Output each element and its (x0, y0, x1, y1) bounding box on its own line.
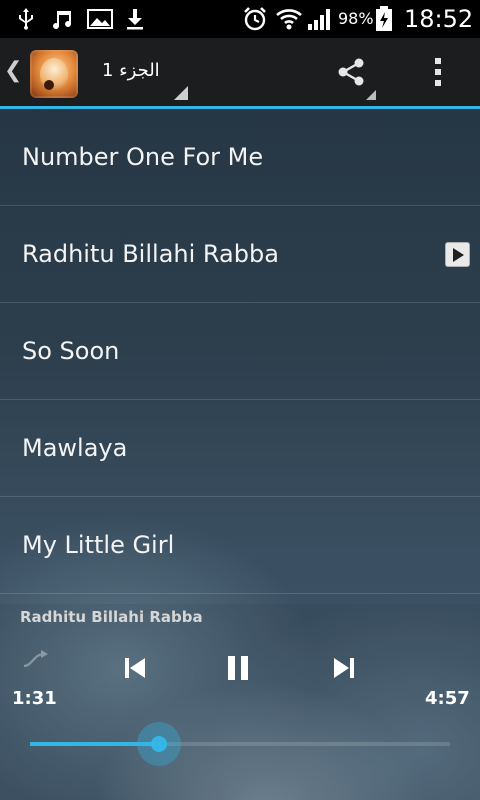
skip-next-icon (334, 658, 354, 678)
section-spinner[interactable]: الجزء 1 (96, 38, 190, 106)
more-vert-icon (435, 58, 441, 86)
seek-bar-thumb[interactable] (136, 722, 181, 766)
track-title: Radhitu Billahi Rabba (22, 240, 279, 268)
track-list: Number One For Me Radhitu Billahi Rabba … (0, 109, 480, 594)
seek-bar[interactable] (30, 722, 450, 766)
track-title: Number One For Me (22, 143, 264, 171)
track-row[interactable]: Number One For Me (0, 109, 480, 206)
battery-charging-icon (374, 6, 394, 32)
pause-button[interactable] (218, 648, 258, 688)
chevron-left-icon[interactable]: ❮ (4, 60, 22, 82)
total-time: 4:57 (425, 688, 470, 709)
image-icon (86, 6, 114, 32)
track-row[interactable]: Mawlaya (0, 400, 480, 497)
track-row[interactable]: My Little Girl (0, 497, 480, 594)
now-playing-indicator-icon (445, 242, 470, 267)
dropdown-corner-icon (174, 86, 188, 100)
app-logo[interactable] (30, 50, 78, 98)
clock: 18:52 (404, 5, 474, 33)
share-button[interactable] (322, 38, 380, 106)
music-note-icon (48, 6, 76, 32)
spinner-label: الجزء 1 (102, 60, 160, 81)
track-row[interactable]: So Soon (0, 303, 480, 400)
shuffle-icon[interactable] (22, 648, 52, 672)
alarm-icon (240, 6, 270, 32)
previous-button[interactable] (115, 648, 155, 688)
now-playing-title: Radhitu Billahi Rabba (20, 608, 203, 626)
signal-icon (306, 6, 334, 32)
action-bar: ❮ الجزء 1 (0, 38, 480, 106)
track-title: Mawlaya (22, 434, 128, 462)
player-panel: Radhitu Billahi Rabba 1:31 4:57 (0, 604, 480, 800)
download-icon (122, 6, 148, 32)
usb-icon (14, 6, 38, 32)
track-title: So Soon (22, 337, 120, 365)
pause-icon (228, 656, 248, 680)
share-icon (338, 58, 364, 86)
status-bar: 98% 18:52 (0, 0, 480, 38)
track-row[interactable]: Radhitu Billahi Rabba (0, 206, 480, 303)
current-time: 1:31 (12, 688, 57, 709)
overflow-menu-button[interactable] (420, 38, 456, 106)
dropdown-corner-icon (366, 90, 376, 100)
track-title: My Little Girl (22, 531, 175, 559)
content-area: Number One For Me Radhitu Billahi Rabba … (0, 109, 480, 800)
wifi-icon (274, 6, 304, 32)
battery-percent: 98% (338, 9, 374, 28)
next-button[interactable] (324, 648, 364, 688)
skip-previous-icon (125, 658, 145, 678)
